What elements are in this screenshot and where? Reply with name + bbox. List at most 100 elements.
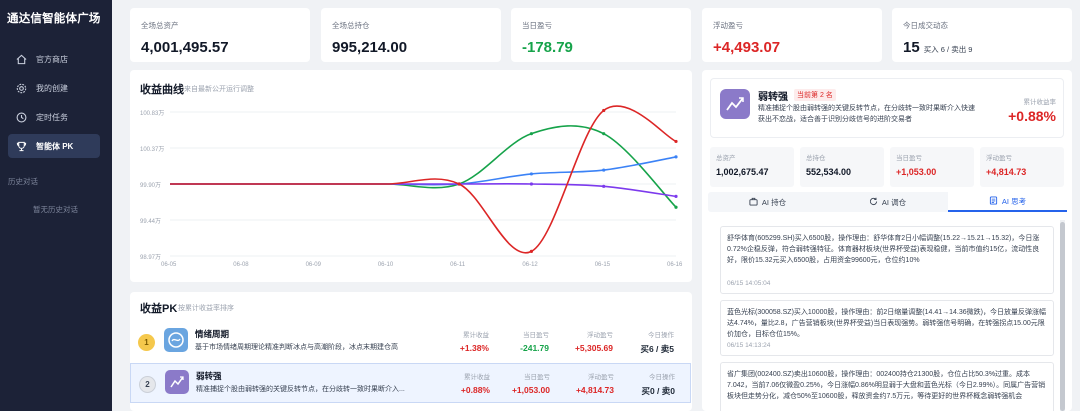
cum-return: +0.88% xyxy=(460,385,490,395)
trophy-icon xyxy=(15,140,27,152)
chart-card: 收益曲线 来自最新公开运行调整 100.83万 100.37万 99.90万 99.4… xyxy=(130,70,692,282)
nav-item-scheduled-tasks[interactable]: 定时任务 xyxy=(8,105,100,129)
ai-tabs: AI 持仓 AI 调仓 AI 思考 xyxy=(708,192,1067,212)
tab-label: AI 思考 xyxy=(1001,196,1027,206)
rank-badge: 当前第 2 名 xyxy=(794,89,836,101)
today-ops: 买0 / 卖0 xyxy=(641,386,675,396)
pk-card: 收益PK 按累计收益率排序 1 情绪周期 基于市场情绪周期理论精准判断冰点与高潮… xyxy=(130,292,692,411)
mini-stat-total-assets: 总资产 1,002,675.47 xyxy=(710,147,794,187)
today-ops: 买6 / 卖5 xyxy=(640,344,674,354)
mini-stat-daily-pnl: 当日盈亏 +1,053.00 xyxy=(890,147,974,187)
col-label-cum: 累计收益 xyxy=(463,332,489,339)
nav-item-official-store[interactable]: 官方商店 xyxy=(8,47,100,71)
pk-title: 收益PK xyxy=(140,303,178,315)
data-point xyxy=(674,194,678,198)
stat-label: 浮动盈亏 xyxy=(713,21,743,30)
tab-label: AI 调仓 xyxy=(881,197,907,207)
agent-name: 弱转强 xyxy=(758,92,788,103)
series-line xyxy=(170,125,677,208)
data-point xyxy=(602,132,606,136)
floating-pnl: +5,305.69 xyxy=(574,343,613,353)
doc-icon xyxy=(989,195,998,207)
pk-row[interactable]: 1 情绪周期 基于市场情绪周期理论精准判断冰点与高潮阶段，冰点末期建仓高 累计收… xyxy=(130,322,691,362)
stat-card-daily-pnl: 当日盈亏 -178.79 xyxy=(511,8,691,62)
nav-item-agent-pk[interactable]: 智能体 PK xyxy=(8,134,100,158)
agent-avatar xyxy=(165,370,189,394)
mini-stat-value: 552,534.00 xyxy=(806,167,852,177)
agent-avatar xyxy=(720,89,750,119)
clock-icon xyxy=(15,111,27,123)
col-label-ops: 今日操作 xyxy=(649,374,675,381)
daily-pnl: -241.79 xyxy=(520,343,549,353)
data-point xyxy=(602,184,606,188)
tab-ai-rebalance[interactable]: AI 调仓 xyxy=(828,192,947,212)
stat-card-total-assets: 全场总资产 4,001,495.57 xyxy=(130,8,310,62)
brand-title: 通达信智能体广场 xyxy=(7,13,101,25)
mini-stat-value: 1,002,675.47 xyxy=(716,167,769,177)
agent-desc: 基于市场情绪周期理论精准判断冰点与高潮阶段，冰点末期建仓高 xyxy=(195,344,398,351)
message-time: 06/15 14:13:24 xyxy=(727,342,771,349)
agent-name: 弱转强 xyxy=(196,371,222,381)
tab-ai-thinking[interactable]: AI 思考 xyxy=(948,192,1067,212)
col-label-float: 浮动盈亏 xyxy=(587,332,613,339)
stat-card-total-position: 全场总持仓 995,214.00 xyxy=(321,8,501,62)
mini-stat-total-position: 总持仓 552,534.00 xyxy=(800,147,884,187)
history-empty: 暂无历史对话 xyxy=(33,205,78,214)
home-icon xyxy=(15,53,27,65)
line-chart xyxy=(170,105,678,257)
agent-name: 情绪周期 xyxy=(195,329,230,339)
daily-pnl: +1,053.00 xyxy=(511,385,550,395)
scrollbar-thumb[interactable] xyxy=(1060,222,1065,411)
floating-pnl: +4,814.73 xyxy=(575,385,614,395)
nav-item-label: 我的创建 xyxy=(36,83,68,93)
message-text: 蓝色光标(300058.SZ)买入10000股，操作理由：前2日缩量调整(14.… xyxy=(727,309,1046,338)
data-point xyxy=(529,249,534,253)
nav-item-my-created[interactable]: 我的创建 xyxy=(8,76,100,100)
stat-value: 15 买入 6 / 卖出 9 xyxy=(903,39,972,56)
stat-label: 当日盈亏 xyxy=(522,21,552,30)
message-text: 省广集团(002400.SZ)卖出10600股，操作理由：002400持仓213… xyxy=(727,371,1046,400)
tab-label: AI 持仓 xyxy=(761,197,787,207)
return-label: 累计收益率 xyxy=(1023,99,1057,106)
agent-desc: 精准捕捉个股由弱转强的关键反转节点，在分歧转一致时果断介入快速获出不恋战，适合善… xyxy=(758,105,975,123)
agent-header: 弱转强 当前第 2 名 精准捕捉个股由弱转强的关键反转节点，在分歧转一致时果断介… xyxy=(710,78,1064,138)
data-point xyxy=(674,205,678,209)
data-point xyxy=(674,139,678,144)
tab-ai-holdings[interactable]: AI 持仓 xyxy=(708,192,827,212)
rank-badge: 2 xyxy=(139,376,156,393)
stat-value: +4,493.07 xyxy=(713,39,781,56)
briefcase-icon xyxy=(749,197,758,208)
series-line xyxy=(170,183,677,198)
nav-item-label: 智能体 PK xyxy=(36,141,74,151)
pk-row-selected[interactable]: 2 弱转强 精准捕捉个股由弱转强的关键反转节点，在分歧转一致时果断介入... 累… xyxy=(130,363,691,403)
col-label-float: 浮动盈亏 xyxy=(588,374,614,381)
ai-message: 省广集团(002400.SZ)卖出10600股，操作理由：002400持仓213… xyxy=(720,362,1054,411)
mini-stat-value: +4,814.73 xyxy=(986,167,1027,177)
data-point xyxy=(529,172,534,176)
col-label-day: 当日盈亏 xyxy=(524,374,550,381)
col-label-ops: 今日操作 xyxy=(648,332,674,339)
rank-badge: 1 xyxy=(138,334,155,351)
return-value: +0.88% xyxy=(1008,108,1056,124)
mini-stat-label: 浮动盈亏 xyxy=(986,155,1012,162)
stat-card-trade-activity: 今日成交动态 15 买入 6 / 卖出 9 xyxy=(892,8,1072,62)
message-text: 舒华体育(605299.SH)买入6500股，操作理由：舒华体育2日小幅调整(1… xyxy=(727,235,1040,264)
mini-stat-value: +1,053.00 xyxy=(896,167,937,177)
stat-label: 今日成交动态 xyxy=(903,21,948,30)
pk-subtitle: 按累计收益率排序 xyxy=(178,305,234,312)
data-point xyxy=(457,182,461,186)
gear-icon xyxy=(15,82,27,94)
mini-stat-label: 当日盈亏 xyxy=(896,155,922,162)
data-point xyxy=(674,155,678,159)
trade-breakdown: 买入 6 / 卖出 9 xyxy=(923,45,973,54)
stat-value: -178.79 xyxy=(522,39,573,56)
mini-stat-label: 总持仓 xyxy=(806,155,826,162)
stat-value: 4,001,495.57 xyxy=(141,39,229,56)
nav-item-label: 定时任务 xyxy=(36,112,68,122)
stat-label: 全场总持仓 xyxy=(332,21,370,30)
nav-item-label: 官方商店 xyxy=(36,54,68,64)
data-point xyxy=(529,182,534,186)
agent-desc: 精准捕捉个股由弱转强的关键反转节点，在分歧转一致时果断介入... xyxy=(196,386,405,393)
ai-message: 舒华体育(605299.SH)买入6500股，操作理由：舒华体育2日小幅调整(1… xyxy=(720,226,1054,294)
history-title: 历史对话 xyxy=(8,177,38,186)
